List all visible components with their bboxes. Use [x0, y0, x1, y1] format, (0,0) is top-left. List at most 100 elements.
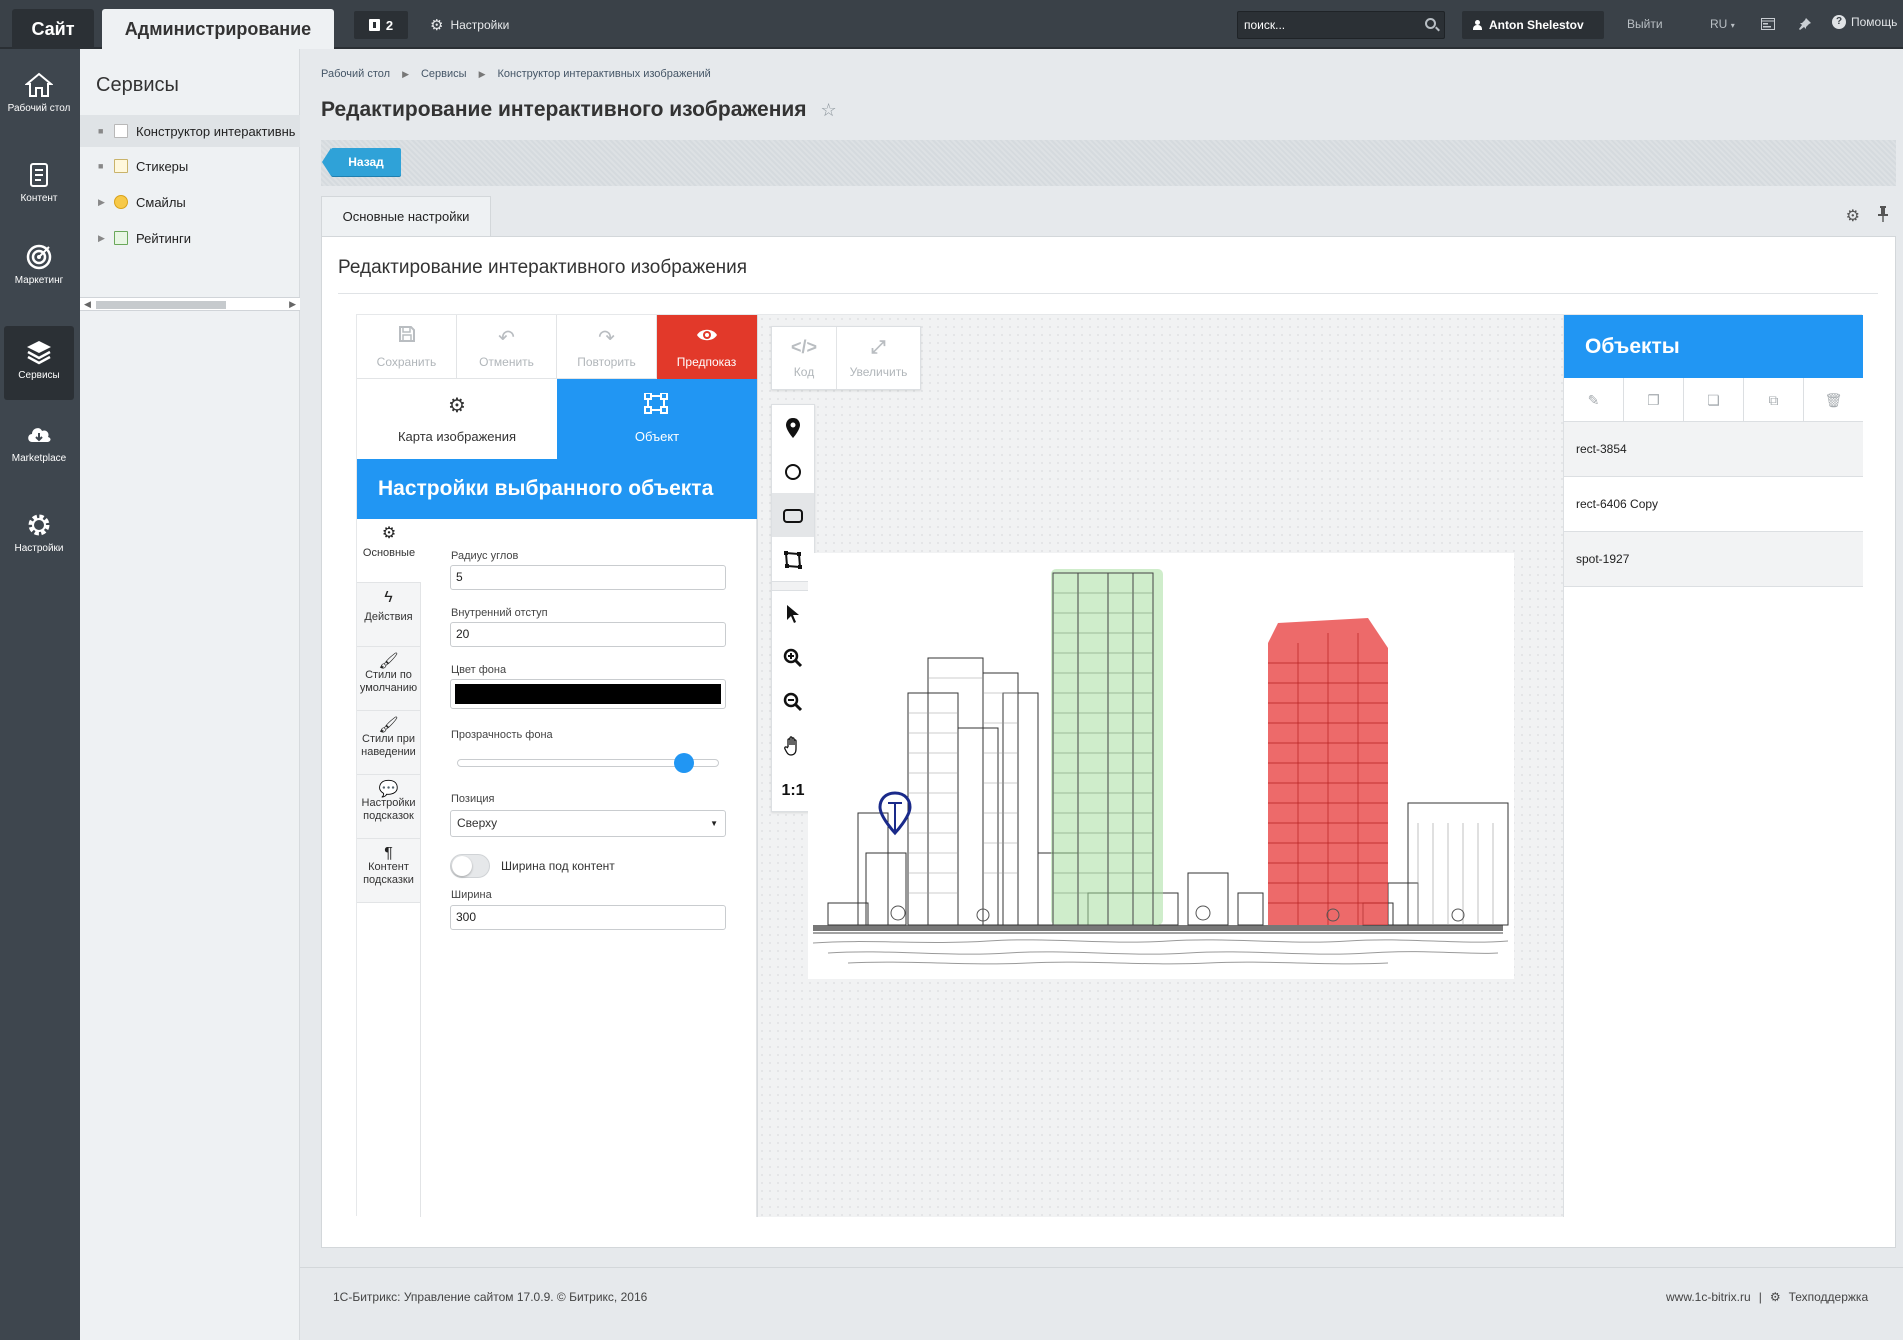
- chevron-right-icon: ▶: [402, 68, 409, 79]
- object-list-item[interactable]: rect-6406 Copy: [1564, 477, 1863, 532]
- fit-content-label: Ширина под контент: [501, 859, 615, 873]
- padding-input[interactable]: 20: [450, 622, 726, 647]
- code-button[interactable]: </> Код: [772, 327, 836, 389]
- corner-radius-input[interactable]: 5: [450, 565, 726, 590]
- side-tab-tooltip-content[interactable]: ¶ Контент подсказки: [357, 839, 421, 903]
- tab-main-settings[interactable]: Основные настройки: [321, 196, 491, 236]
- side-tab-label: Основные: [362, 547, 416, 559]
- bg-opacity-slider[interactable]: [457, 753, 719, 773]
- notifications-button[interactable]: 2: [354, 11, 408, 39]
- pin-icon[interactable]: [1795, 15, 1815, 35]
- side-tab-default-styles[interactable]: 🖌 Стили по умолчанию: [357, 647, 421, 711]
- services-item-stickers[interactable]: ■ Стикеры: [80, 150, 300, 182]
- scroll-left-icon[interactable]: ◀: [84, 299, 91, 310]
- preview-button[interactable]: Предпоказ: [657, 315, 757, 379]
- menu-item-desktop[interactable]: Рабочий стол: [4, 71, 74, 115]
- copy-style-button[interactable]: ❐: [1624, 378, 1684, 421]
- duplicate-button[interactable]: ⧉: [1744, 378, 1804, 421]
- mode-object-label: Объект: [634, 429, 680, 444]
- page-icon: [114, 124, 128, 138]
- services-item-image-builder[interactable]: ■ Конструктор интерактивных изображений: [80, 115, 300, 147]
- menu-item-settings[interactable]: Настройки: [4, 511, 74, 555]
- circle-tool[interactable]: [772, 449, 814, 493]
- home-icon: [25, 72, 53, 97]
- side-tab-basic[interactable]: ⚙ Основные: [357, 519, 421, 583]
- back-button[interactable]: Назад: [322, 148, 401, 176]
- logout-link[interactable]: Выйти: [1627, 17, 1663, 31]
- gear-icon: ⚙: [1769, 1290, 1781, 1304]
- breadcrumb-item[interactable]: Рабочий стол: [321, 68, 390, 80]
- hand-icon: [784, 735, 802, 756]
- admin-tab[interactable]: Администрирование: [102, 9, 334, 49]
- side-tab-hover-styles[interactable]: 🖌 Стили при наведении: [357, 711, 421, 775]
- gear-icon[interactable]: ⚙: [1846, 206, 1860, 227]
- bg-color-picker[interactable]: [450, 679, 726, 709]
- edit-object-button[interactable]: ✎: [1564, 378, 1624, 421]
- object-list-item[interactable]: rect-3854: [1564, 422, 1863, 477]
- editor-canvas[interactable]: </> Код ⤢ Увеличить 1:1: [757, 315, 1563, 1217]
- object-list-item[interactable]: spot-1927: [1564, 532, 1863, 587]
- language-label: RU: [1710, 17, 1728, 31]
- help-icon: ?: [1832, 15, 1846, 29]
- spot-tool[interactable]: [772, 405, 814, 449]
- pin-icon[interactable]: [1878, 206, 1888, 227]
- mode-image-map[interactable]: ⚙ Карта изображения: [357, 379, 557, 459]
- menu-item-marketing[interactable]: Маркетинг: [4, 243, 74, 287]
- support-link[interactable]: Техподдержка: [1789, 1290, 1869, 1304]
- redo-button[interactable]: ↷ Повторить: [557, 315, 657, 379]
- objects-panel: Объекты ✎ ❐ ❏ ⧉ 🗑 rect-3854 rect-6406 Co…: [1563, 315, 1863, 1217]
- star-icon[interactable]: ☆: [821, 100, 837, 121]
- side-tab-tooltip-settings[interactable]: 💬 Настройки подсказок: [357, 775, 421, 839]
- scroll-right-icon[interactable]: ▶: [289, 299, 296, 310]
- eye-icon: [657, 325, 756, 348]
- window-icon[interactable]: [1758, 15, 1778, 35]
- paste-style-button[interactable]: ❏: [1684, 378, 1744, 421]
- side-tab-actions[interactable]: ϟ Действия: [357, 583, 421, 647]
- position-select[interactable]: Сверху: [450, 810, 726, 837]
- slider-knob[interactable]: [674, 753, 694, 773]
- footer-divider: [300, 1267, 1903, 1268]
- cursor-icon: [786, 603, 800, 624]
- divider: [338, 293, 1878, 294]
- top-settings-button[interactable]: ⚙ Настройки: [430, 13, 509, 37]
- search-icon[interactable]: [1425, 18, 1436, 29]
- fit-content-toggle[interactable]: [450, 854, 490, 878]
- pencil-icon: ✎: [1587, 392, 1600, 408]
- mode-object[interactable]: Объект: [557, 379, 757, 459]
- redo-label: Повторить: [577, 355, 636, 369]
- edited-image[interactable]: [808, 553, 1514, 979]
- services-item-smileys[interactable]: ▶ Смайлы: [80, 186, 300, 218]
- search-input[interactable]: [1238, 12, 1418, 38]
- padding-label: Внутренний отступ: [451, 607, 548, 619]
- paragraph-icon: ¶: [384, 845, 393, 862]
- layers-icon: [27, 341, 51, 365]
- undo-label: Отменить: [479, 355, 534, 369]
- expand-arrow-icon[interactable]: ▶: [98, 233, 106, 244]
- preview-label: Предпоказ: [676, 355, 737, 369]
- sticker-icon: [114, 159, 128, 173]
- user-menu[interactable]: Anton Shelestov: [1462, 11, 1604, 39]
- scrollbar-thumb[interactable]: [96, 301, 226, 309]
- services-item-ratings[interactable]: ▶ Рейтинги: [80, 222, 300, 254]
- undo-button[interactable]: ↶ Отменить: [457, 315, 557, 379]
- breadcrumb-item[interactable]: Конструктор интерактивных изображений: [497, 68, 710, 80]
- menu-item-marketplace[interactable]: Marketplace: [4, 421, 74, 465]
- delete-button[interactable]: 🗑: [1804, 378, 1863, 421]
- save-button[interactable]: Сохранить: [357, 315, 457, 379]
- help-link[interactable]: ? Помощь: [1832, 15, 1897, 29]
- language-selector[interactable]: RU ▾: [1710, 17, 1735, 31]
- menu-item-content[interactable]: Контент: [4, 161, 74, 205]
- page-title-text: Редактирование интерактивного изображени…: [321, 98, 807, 121]
- site-tab[interactable]: Сайт: [12, 9, 94, 49]
- object-settings-form: Радиус углов 5 Внутренний отступ 20 Цвет…: [421, 519, 757, 1217]
- rect-tool[interactable]: [772, 493, 814, 537]
- width-input[interactable]: 300: [450, 905, 726, 930]
- expand-arrow-icon[interactable]: ▶: [98, 197, 106, 208]
- site-link[interactable]: www.1c-bitrix.ru: [1666, 1290, 1751, 1304]
- bg-color-label: Цвет фона: [451, 664, 507, 676]
- services-scrollbar[interactable]: ◀ ▶: [80, 297, 300, 311]
- zoom-button[interactable]: ⤢ Увеличить: [836, 327, 920, 389]
- breadcrumb-item[interactable]: Сервисы: [421, 68, 467, 80]
- footer-copyright: 1С-Битрикс: Управление сайтом 17.0.9. © …: [333, 1290, 648, 1304]
- menu-item-services[interactable]: Сервисы: [4, 326, 74, 400]
